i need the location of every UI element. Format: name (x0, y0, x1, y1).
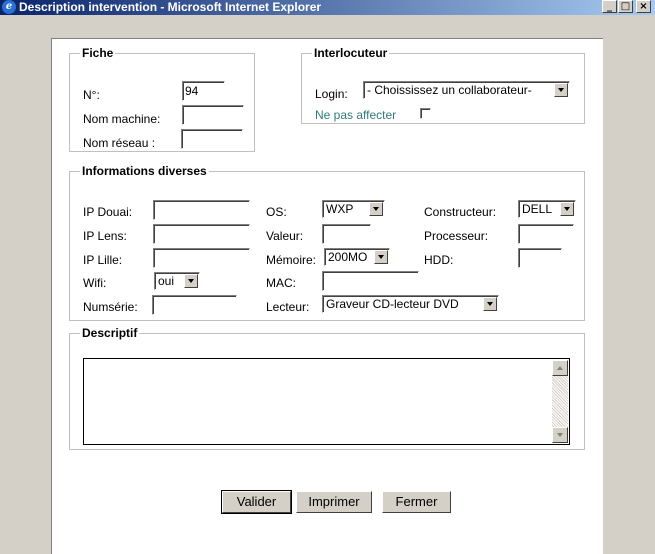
ip-lille-label: IP Lille: (83, 253, 123, 267)
os-select-value: WXP (326, 202, 354, 216)
lecteur-select[interactable]: Graveur CD-lecteur DVD (322, 295, 499, 313)
descriptif-fieldset: Descriptif (69, 326, 585, 450)
login-select[interactable]: - Choississez un collaborateur- (363, 81, 570, 99)
chevron-down-icon[interactable] (374, 250, 388, 264)
constructeur-select[interactable]: DELL (518, 200, 576, 218)
imprimer-button[interactable]: Imprimer (296, 491, 372, 513)
wifi-label: Wifi: (83, 276, 107, 290)
numserie-label: Numsérie: (83, 300, 138, 314)
os-select[interactable]: WXP (322, 200, 385, 218)
wifi-select-value: oui (158, 274, 175, 288)
minimize-button[interactable]: _ (602, 0, 617, 13)
chevron-down-icon[interactable] (483, 297, 497, 311)
window-titlebar: e Description intervention - Microsoft I… (0, 0, 655, 15)
descriptif-textarea[interactable] (83, 358, 570, 445)
chevron-down-icon[interactable] (369, 202, 383, 216)
nom-reseau-label: Nom réseau : (83, 136, 156, 150)
chevron-down-icon[interactable] (560, 202, 574, 216)
scroll-down-icon[interactable] (552, 427, 568, 443)
valeur-field[interactable] (322, 224, 371, 244)
fiche-fieldset: Fiche N°: Nom machine: Nom réseau : (69, 46, 255, 152)
memoire-select[interactable]: 200MO (324, 248, 390, 266)
constructeur-label: Constructeur: (424, 205, 497, 219)
valider-button[interactable]: Valider (221, 490, 292, 514)
ip-douai-label: IP Douai: (83, 205, 133, 219)
chevron-down-icon[interactable] (554, 83, 568, 97)
ip-lens-field[interactable] (153, 224, 250, 244)
fermer-button[interactable]: Fermer (382, 491, 451, 513)
scroll-up-icon[interactable] (552, 360, 568, 376)
scrollbar-track[interactable] (552, 376, 568, 427)
memoire-select-value: 200MO (328, 250, 368, 264)
window-title: Description intervention - Microsoft Int… (19, 0, 322, 14)
os-label: OS: (266, 205, 287, 219)
mac-label: MAC: (266, 276, 296, 290)
nom-machine-label: Nom machine: (83, 112, 161, 126)
ne-pas-affecter-label: Ne pas affecter (315, 108, 397, 122)
maximize-button[interactable]: □ (618, 0, 633, 13)
hdd-label: HDD: (424, 253, 454, 267)
informations-diverses-legend: Informations diverses (82, 164, 207, 178)
descriptif-legend: Descriptif (82, 326, 138, 340)
hdd-field[interactable] (518, 248, 562, 268)
chevron-down-icon[interactable] (184, 274, 198, 288)
ip-douai-field[interactable] (153, 200, 250, 220)
interlocuteur-fieldset: Interlocuteur Login: - Choississez un co… (301, 46, 585, 124)
lecteur-label: Lecteur: (266, 300, 310, 314)
ip-lille-field[interactable] (153, 248, 250, 268)
mac-field[interactable] (322, 271, 419, 291)
nom-reseau-field[interactable] (181, 129, 243, 149)
constructeur-select-value: DELL (522, 202, 553, 216)
fiche-legend: Fiche (82, 46, 114, 60)
login-label: Login: (315, 87, 348, 101)
numserie-field[interactable] (152, 295, 237, 315)
lecteur-select-value: Graveur CD-lecteur DVD (326, 297, 459, 311)
memoire-label: Mémoire: (266, 253, 317, 267)
nom-machine-field[interactable] (182, 105, 244, 125)
internet-explorer-icon: e (2, 0, 16, 14)
processeur-field[interactable] (518, 224, 574, 244)
processeur-label: Processeur: (424, 229, 489, 243)
wifi-select[interactable]: oui (154, 272, 200, 290)
num-label: N°: (83, 88, 100, 102)
informations-diverses-fieldset: Informations diverses IP Douai: IP Lens:… (69, 164, 585, 321)
interlocuteur-legend: Interlocuteur (314, 46, 388, 60)
descriptif-scrollbar[interactable] (552, 360, 568, 443)
num-field[interactable] (182, 81, 225, 101)
page-content: Fiche N°: Nom machine: Nom réseau : Inte… (51, 38, 603, 554)
close-window-button[interactable]: × (636, 0, 651, 13)
valeur-label: Valeur: (266, 229, 304, 243)
ne-pas-affecter-checkbox[interactable] (420, 108, 431, 119)
ip-lens-label: IP Lens: (83, 229, 127, 243)
login-select-value: - Choississez un collaborateur- (367, 83, 532, 97)
